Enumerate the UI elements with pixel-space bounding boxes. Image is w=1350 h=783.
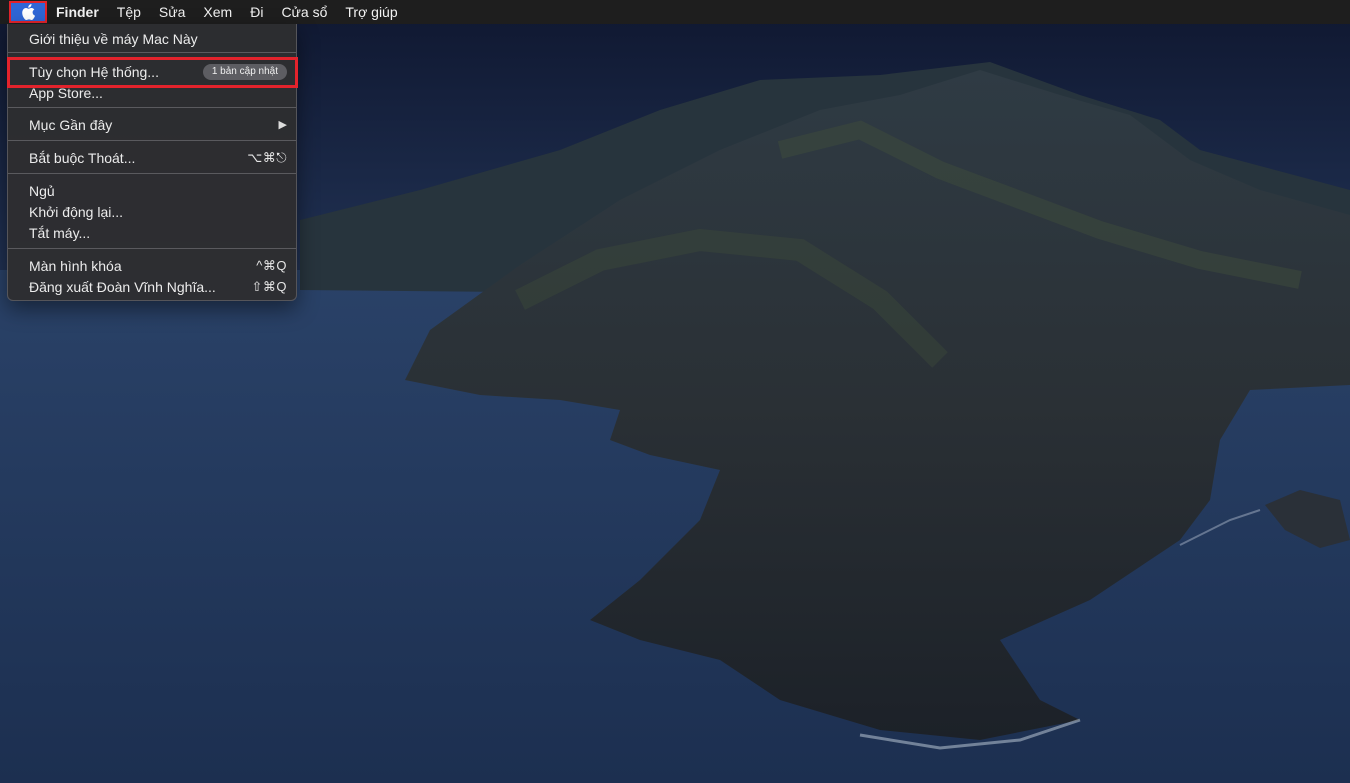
keyboard-shortcut: ⌥⌘⎋ — [247, 149, 287, 165]
submenu-arrow-icon: ▶ — [278, 119, 287, 131]
menu-separator — [8, 52, 296, 53]
apple-logo-icon — [22, 4, 35, 20]
menu-item-shut-down[interactable]: Tắt máy... — [8, 222, 296, 243]
menu-separator — [8, 140, 296, 141]
apple-menu-button[interactable] — [9, 1, 47, 23]
menu-item-sleep[interactable]: Ngủ — [8, 180, 296, 201]
menu-item-label: Ngủ — [29, 182, 55, 199]
menu-file[interactable]: Tệp — [108, 4, 150, 20]
menu-item-log-out[interactable]: Đăng xuất Đoàn Vĩnh Nghĩa... ⇧⌘Q — [8, 276, 296, 297]
menu-bar: Finder Tệp Sửa Xem Đi Cửa sổ Trợ giúp — [0, 0, 1350, 24]
menu-item-label: Bắt buộc Thoát... — [29, 149, 136, 166]
menu-item-force-quit[interactable]: Bắt buộc Thoát... ⌥⌘⎋ — [8, 147, 296, 168]
menu-item-lock-screen[interactable]: Màn hình khóa ^⌘Q — [8, 255, 296, 276]
annotation-highlight-box — [7, 57, 298, 88]
menu-item-label: Đăng xuất Đoàn Vĩnh Nghĩa... — [29, 278, 216, 295]
keyboard-shortcut: ^⌘Q — [256, 257, 287, 273]
menu-item-recent-items[interactable]: Mục Gần đây ▶ — [8, 114, 296, 135]
menu-item-label: Mục Gần đây — [29, 116, 113, 133]
keyboard-shortcut: ⇧⌘Q — [251, 278, 287, 294]
menu-go[interactable]: Đi — [241, 4, 272, 20]
menu-separator — [8, 248, 296, 249]
menu-item-about-this-mac[interactable]: Giới thiệu về máy Mac Này — [8, 28, 296, 49]
menu-window[interactable]: Cửa sổ — [272, 4, 336, 20]
menu-item-label: Khởi động lại... — [29, 203, 124, 220]
menu-item-label: Màn hình khóa — [29, 257, 122, 274]
menu-item-label: Tắt máy... — [29, 224, 91, 241]
menu-separator — [8, 107, 296, 108]
menu-item-restart[interactable]: Khởi động lại... — [8, 201, 296, 222]
menu-help[interactable]: Trợ giúp — [336, 4, 406, 20]
menu-view[interactable]: Xem — [194, 4, 241, 20]
menu-edit[interactable]: Sửa — [150, 4, 195, 20]
menu-item-label: Giới thiệu về máy Mac Này — [29, 30, 198, 47]
menu-separator — [8, 173, 296, 174]
menu-finder[interactable]: Finder — [47, 4, 108, 20]
